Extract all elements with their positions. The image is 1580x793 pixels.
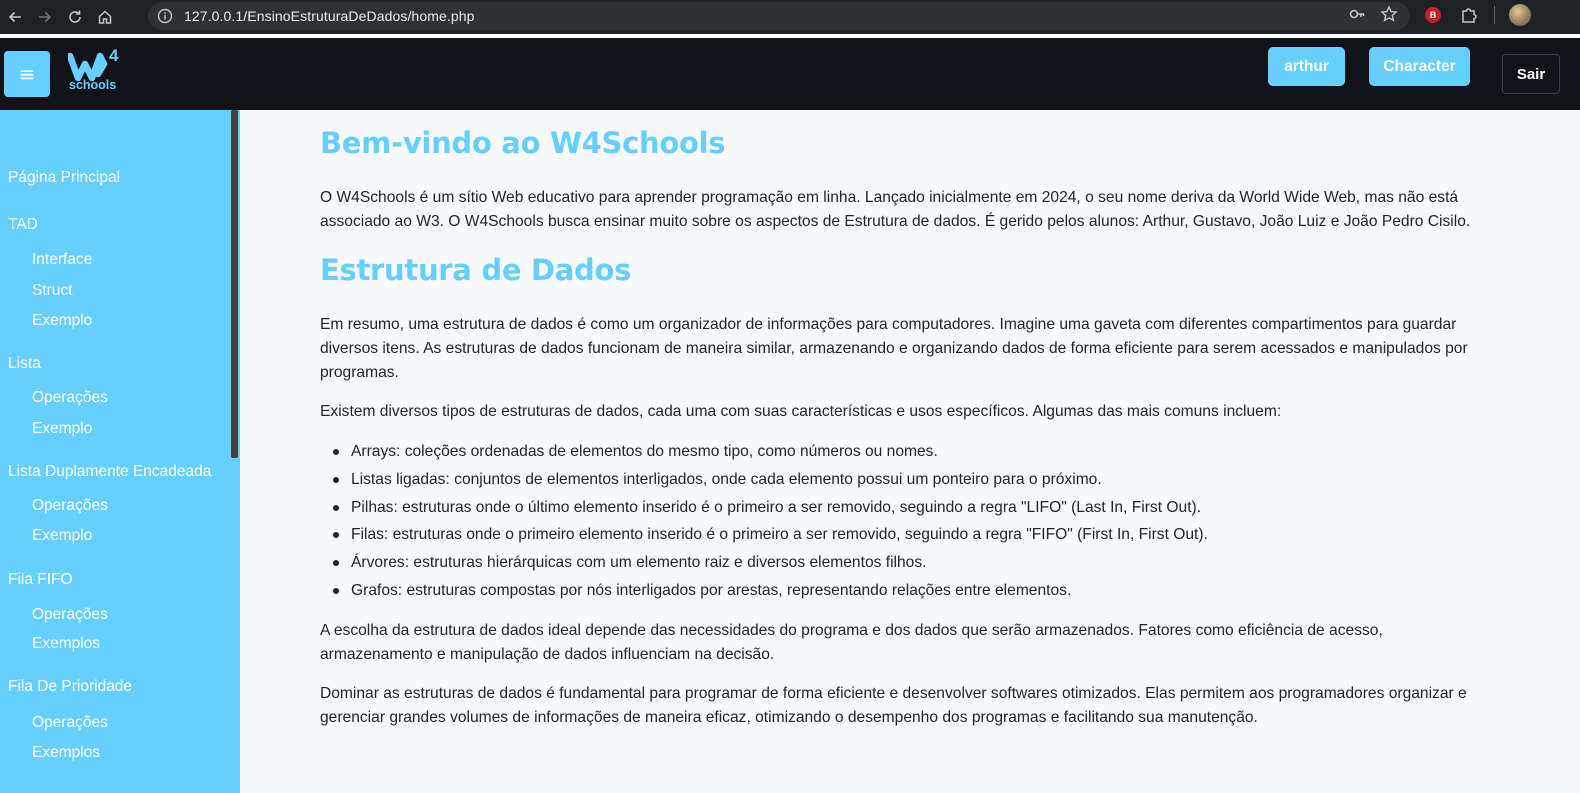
extension-b-icon[interactable]: B	[1422, 4, 1444, 26]
site-info-icon[interactable]	[157, 8, 173, 24]
user-button[interactable]: arthur	[1268, 47, 1345, 86]
svg-text:4: 4	[109, 46, 119, 65]
page-title: Bem-vindo ao W4Schools	[320, 126, 726, 160]
structures-list: Arrays: coleções ordenadas de elementos …	[320, 440, 1208, 607]
sidebar-scrollbar[interactable]	[231, 110, 238, 458]
list-item: Árvores: estruturas hierárquicas com um …	[320, 551, 1208, 579]
hamburger-icon: ≡	[18, 62, 36, 86]
extensions-puzzle-icon[interactable]	[1458, 4, 1480, 26]
paragraph-choice: A escolha da estrutura de dados ideal de…	[320, 622, 1383, 663]
intro-paragraph: O W4Schools é um sítio Web educativo par…	[320, 189, 1471, 230]
sidebar-item-tad-interface[interactable]: Interface	[32, 251, 92, 269]
logo-text[interactable]: schools	[69, 78, 116, 92]
sidebar-item-lista-dupla-operacoes[interactable]: Operações	[32, 497, 108, 515]
app-header: ≡ 4 schools arthur Character Sair	[0, 38, 1580, 110]
logout-button[interactable]: Sair	[1502, 54, 1560, 94]
sidebar-item-fila-prioridade[interactable]: Fila De Prioridade	[8, 678, 132, 696]
list-item: Arrays: coleções ordenadas de elementos …	[320, 440, 1208, 468]
sidebar-item-fila-fifo[interactable]: Fila FIFO	[8, 571, 73, 589]
section-title: Estrutura de Dados	[320, 253, 632, 287]
paragraph-types: Existem diversos tipos de estruturas de …	[320, 403, 1282, 420]
paragraph-summary: Em resumo, uma estrutura de dados é como…	[320, 316, 1468, 381]
sidebar-item-lista-operacoes[interactable]: Operações	[32, 389, 108, 407]
password-key-icon[interactable]	[1348, 5, 1366, 27]
list-item: Grafos: estruturas compostas por nós int…	[320, 579, 1208, 607]
sidebar-item-lista-dupla[interactable]: Lista Duplamente Encadeada	[8, 463, 211, 481]
sidebar-item-tad[interactable]: TAD	[8, 216, 38, 234]
profile-avatar[interactable]	[1509, 4, 1531, 26]
toolbar-separator	[1494, 6, 1495, 24]
sidebar-item-tad-exemplo[interactable]: Exemplo	[32, 312, 92, 330]
sidebar-item-pagina-principal[interactable]: Página Principal	[8, 169, 120, 187]
main-content: Bem-vindo ao W4Schools O W4Schools é um …	[240, 110, 1580, 793]
browser-toolbar: 127.0.0.1/EnsinoEstruturaDeDados/home.ph…	[0, 0, 1580, 34]
sidebar-item-tad-struct[interactable]: Struct	[32, 282, 72, 300]
sidebar-item-lista-dupla-exemplo[interactable]: Exemplo	[32, 527, 92, 545]
menu-toggle-button[interactable]: ≡	[4, 51, 50, 97]
paragraph-conclusion: Dominar as estruturas de dados é fundame…	[320, 685, 1467, 726]
list-item: Listas ligadas: conjuntos de elementos i…	[320, 468, 1208, 496]
sidebar-item-fila-prioridade-exemplos[interactable]: Exemplos	[32, 744, 100, 762]
list-item: Pilhas: estruturas onde o último element…	[320, 496, 1208, 524]
sidebar-item-fila-fifo-exemplos[interactable]: Exemplos	[32, 635, 100, 653]
character-button[interactable]: Character	[1369, 47, 1470, 86]
list-item: Filas: estruturas onde o primeiro elemen…	[320, 523, 1208, 551]
home-icon[interactable]	[90, 2, 120, 32]
bookmark-star-icon[interactable]	[1380, 5, 1398, 27]
sidebar-item-fila-fifo-operacoes[interactable]: Operações	[32, 606, 108, 624]
sidebar: Página Principal TAD Interface Struct Ex…	[0, 110, 240, 793]
forward-icon[interactable]	[30, 2, 60, 32]
sidebar-item-lista-exemplo[interactable]: Exemplo	[32, 420, 92, 438]
address-bar[interactable]: 127.0.0.1/EnsinoEstruturaDeDados/home.ph…	[148, 2, 1410, 30]
url-text[interactable]: 127.0.0.1/EnsinoEstruturaDeDados/home.ph…	[184, 8, 475, 24]
back-icon[interactable]	[0, 2, 30, 32]
reload-icon[interactable]	[60, 2, 90, 32]
sidebar-item-fila-prioridade-operacoes[interactable]: Operações	[32, 714, 108, 732]
sidebar-item-lista[interactable]: Lista	[8, 355, 41, 373]
